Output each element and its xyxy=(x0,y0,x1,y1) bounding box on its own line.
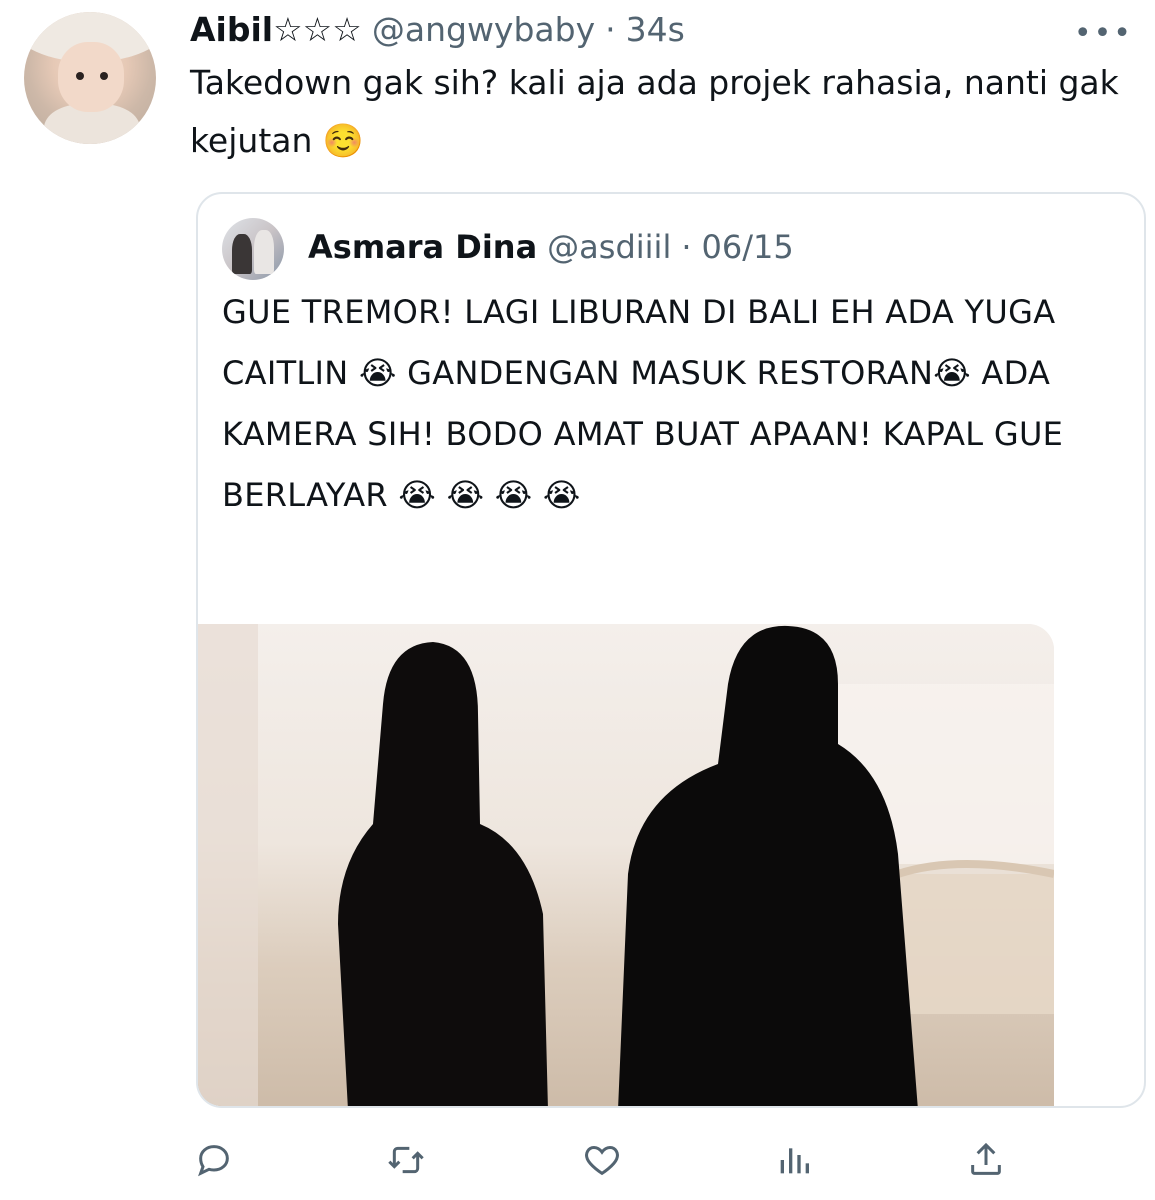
author-handle[interactable]: @angwybaby xyxy=(372,10,595,49)
avatar-figure xyxy=(232,234,252,274)
avatar-eye xyxy=(100,72,108,80)
tweet-header: Aibil☆☆☆ @angwybaby · 34s xyxy=(190,10,685,50)
quoted-author-handle: @asdiiil xyxy=(547,228,672,266)
author-name[interactable]: Aibil☆☆☆ xyxy=(190,10,362,49)
analytics-icon[interactable] xyxy=(770,1136,818,1184)
retweet-icon[interactable] xyxy=(382,1136,430,1184)
quoted-tweet-date: 06/15 xyxy=(701,228,794,266)
quoted-author-avatar[interactable] xyxy=(222,218,284,280)
quoted-tweet-text: GUE TREMOR! LAGI LIBURAN DI BALI EH ADA … xyxy=(222,293,1064,514)
tweet-actions xyxy=(0,1130,1155,1190)
quoted-tweet[interactable]: Asmara Dina @asdiiil · 06/15 GUE TREMOR!… xyxy=(196,192,1146,1108)
quoted-tweet-photo[interactable] xyxy=(198,624,1054,1106)
author-avatar[interactable] xyxy=(24,12,156,144)
photo-silhouettes xyxy=(198,624,1054,1106)
avatar-face xyxy=(58,42,124,112)
quoted-tweet-header: Asmara Dina @asdiiil · 06/15 xyxy=(308,228,794,266)
avatar-eye xyxy=(76,72,84,80)
tweet-time[interactable]: 34s xyxy=(626,10,685,49)
reply-icon[interactable] xyxy=(190,1136,238,1184)
quoted-author-name: Asmara Dina xyxy=(308,228,538,266)
tweet-text: Takedown gak sih? kali aja ada projek ra… xyxy=(190,63,1119,160)
header-separator: · xyxy=(605,10,616,49)
share-icon[interactable] xyxy=(962,1136,1010,1184)
quoted-header-separator: · xyxy=(681,228,692,266)
more-options-icon[interactable]: ••• xyxy=(1074,16,1133,51)
avatar-figure xyxy=(254,230,274,274)
like-icon[interactable] xyxy=(578,1136,626,1184)
